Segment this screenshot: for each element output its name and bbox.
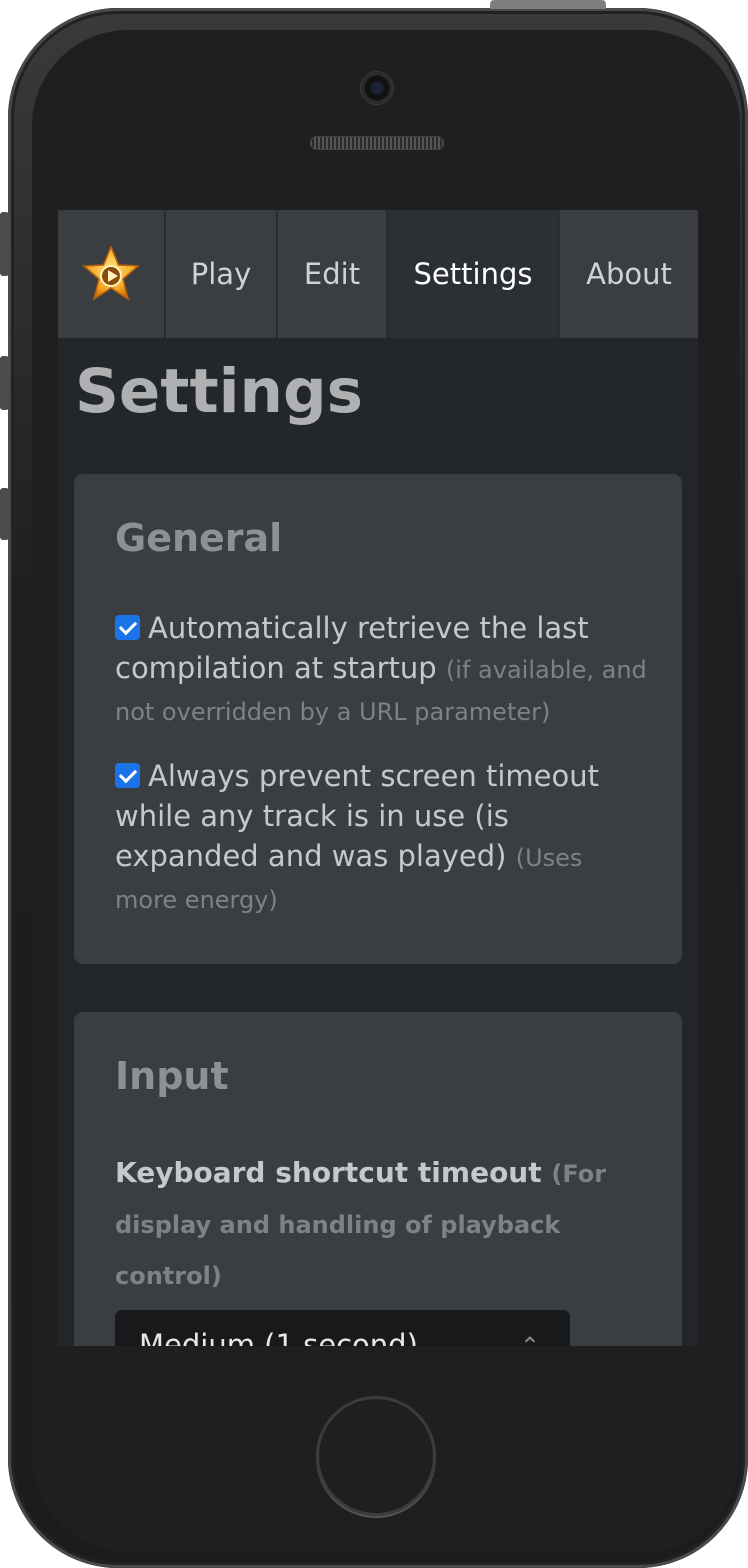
power-button [490, 0, 606, 9]
app-logo-link[interactable] [58, 210, 166, 338]
nav-play[interactable]: Play [166, 210, 278, 338]
prevent-timeout-setting: Always prevent screen timeout while any … [115, 756, 650, 920]
volume-up-button [0, 356, 9, 410]
prevent-timeout-checkbox[interactable] [115, 763, 140, 788]
auto-retrieve-checkbox[interactable] [115, 615, 140, 640]
app-screen: Play Edit Settings About Settings Genera… [58, 210, 698, 1346]
home-button[interactable] [316, 1396, 436, 1516]
mute-switch [0, 212, 9, 276]
input-settings-card: Input Keyboard shortcut timeout (For dis… [74, 1012, 682, 1346]
star-play-icon [82, 245, 140, 301]
auto-retrieve-setting: Automatically retrieve the last compilat… [115, 608, 650, 732]
keyboard-timeout-select[interactable]: Medium (1 second) ⌃ [115, 1310, 570, 1346]
earpiece-speaker [310, 136, 444, 150]
front-camera [361, 72, 393, 104]
keyboard-timeout-label-text: Keyboard shortcut timeout [115, 1156, 542, 1189]
nav-about[interactable]: About [560, 210, 698, 338]
volume-down-button [0, 488, 9, 540]
keyboard-timeout-label: Keyboard shortcut timeout (For display a… [115, 1148, 615, 1301]
input-section-title: Input [115, 1054, 229, 1098]
chevron-updown-icon: ⌃ [519, 1332, 540, 1346]
general-section-title: General [115, 516, 283, 560]
top-navbar: Play Edit Settings About [58, 210, 698, 338]
keyboard-timeout-value: Medium (1 second) [139, 1328, 418, 1346]
general-settings-card: General Automatically retrieve the last … [74, 474, 682, 964]
nav-settings[interactable]: Settings [388, 210, 560, 338]
page-title: Settings [75, 356, 363, 427]
nav-edit[interactable]: Edit [278, 210, 388, 338]
